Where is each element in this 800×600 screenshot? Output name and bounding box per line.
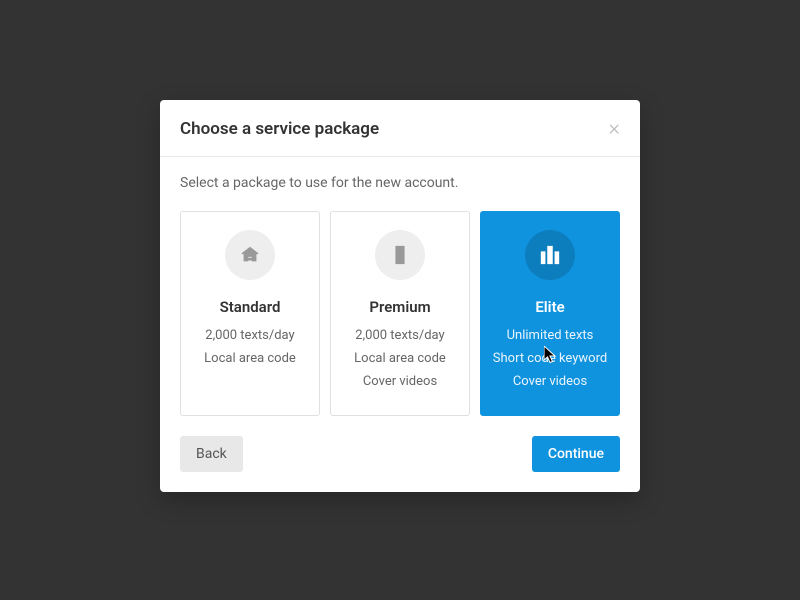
package-standard[interactable]: Standard 2,000 texts/day Local area code [180, 211, 320, 416]
package-feature: Local area code [354, 351, 446, 366]
package-name: Elite [535, 298, 564, 316]
package-feature: 2,000 texts/day [355, 328, 444, 343]
packages-container: Standard 2,000 texts/day Local area code… [180, 211, 620, 416]
package-feature: Cover videos [363, 374, 437, 389]
package-feature: 2,000 texts/day [205, 328, 294, 343]
package-name: Premium [369, 298, 430, 316]
modal-header: Choose a service package × [160, 100, 640, 157]
back-button[interactable]: Back [180, 436, 243, 472]
modal-footer: Back Continue [180, 436, 620, 472]
modal-title: Choose a service package [180, 119, 379, 139]
package-feature: Unlimited texts [507, 328, 594, 343]
package-premium[interactable]: Premium 2,000 texts/day Local area code … [330, 211, 470, 416]
building-icon [375, 230, 425, 280]
house-icon [225, 230, 275, 280]
package-selection-modal: Choose a service package × Select a pack… [160, 100, 640, 492]
package-feature: Short code keyword [493, 351, 607, 366]
close-icon[interactable]: × [608, 118, 620, 140]
city-icon [525, 230, 575, 280]
package-feature: Cover videos [513, 374, 587, 389]
package-name: Standard [220, 298, 281, 316]
continue-button[interactable]: Continue [532, 436, 620, 472]
modal-body: Select a package to use for the new acco… [160, 157, 640, 492]
package-feature: Local area code [204, 351, 296, 366]
package-elite[interactable]: Elite Unlimited texts Short code keyword… [480, 211, 620, 416]
modal-subtitle: Select a package to use for the new acco… [180, 175, 620, 191]
